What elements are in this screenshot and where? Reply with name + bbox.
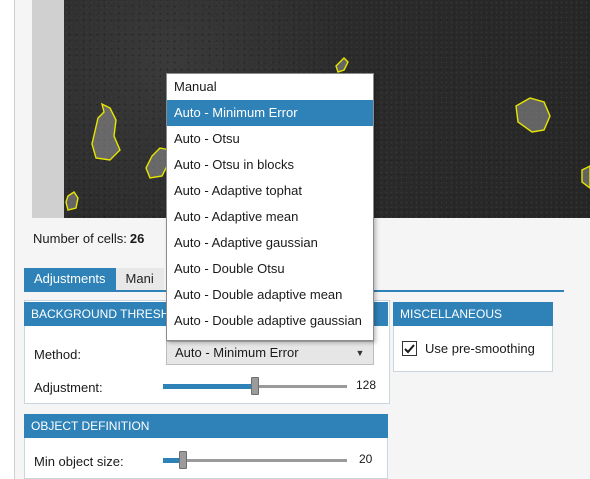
cell-outline [335,57,349,73]
object-definition-header: OBJECT DEFINITION [24,414,388,438]
dropdown-option[interactable]: Auto - Double adaptive gaussian [167,308,373,334]
cell-outline [581,165,590,189]
dropdown-option[interactable]: Manual [167,74,373,100]
checkmark-icon [404,343,415,353]
adjustment-label: Adjustment: [34,380,103,395]
dropdown-option[interactable]: Auto - Adaptive mean [167,204,373,230]
dropdown-option[interactable]: Auto - Otsu [167,126,373,152]
method-dropdown-list[interactable]: Manual Auto - Minimum Error Auto - Otsu Aut… [166,73,374,341]
panel-tabs: Adjustments Mani [24,268,164,290]
dropdown-option[interactable]: Auto - Double Otsu [167,256,373,282]
adjustment-slider[interactable]: 128 [163,376,379,396]
pre-smoothing-option[interactable]: Use pre-smoothing [402,341,535,356]
miscellaneous-header: MISCELLANEOUS [393,302,553,326]
slider-thumb[interactable] [179,451,187,469]
adjustment-value: 128 [356,378,377,392]
dropdown-option[interactable]: Auto - Adaptive tophat [167,178,373,204]
image-side-strip [32,0,64,218]
cell-count-label: Number of cells: [33,231,127,246]
cell-count-row: Number of cells: 26 [33,231,144,246]
method-label: Method: [34,347,81,362]
method-select-value: Auto - Minimum Error [175,345,299,360]
slider-fill [163,384,253,389]
cell-outline [91,102,121,161]
method-select[interactable]: Auto - Minimum Error ▼ [166,341,374,365]
chevron-down-icon[interactable]: ▼ [347,342,373,364]
dropdown-option[interactable]: Auto - Otsu in blocks [167,152,373,178]
min-object-size-slider[interactable]: 20 [163,450,379,470]
cell-outline [65,191,79,211]
slider-track [163,459,347,462]
dropdown-option[interactable]: Auto - Double adaptive mean [167,282,373,308]
min-object-size-label: Min object size: [34,454,124,469]
min-object-size-value: 20 [359,452,373,466]
dropdown-option[interactable]: Auto - Minimum Error [167,100,373,126]
pre-smoothing-label: Use pre-smoothing [425,341,535,356]
dropdown-option[interactable]: Auto - Adaptive gaussian [167,230,373,256]
pre-smoothing-checkbox[interactable] [402,341,417,356]
cell-count-value: 26 [129,231,145,246]
tab-adjustments[interactable]: Adjustments [24,268,116,290]
cell-outline [515,97,551,133]
slider-thumb[interactable] [251,377,259,395]
tab-manual[interactable]: Mani [115,268,164,290]
